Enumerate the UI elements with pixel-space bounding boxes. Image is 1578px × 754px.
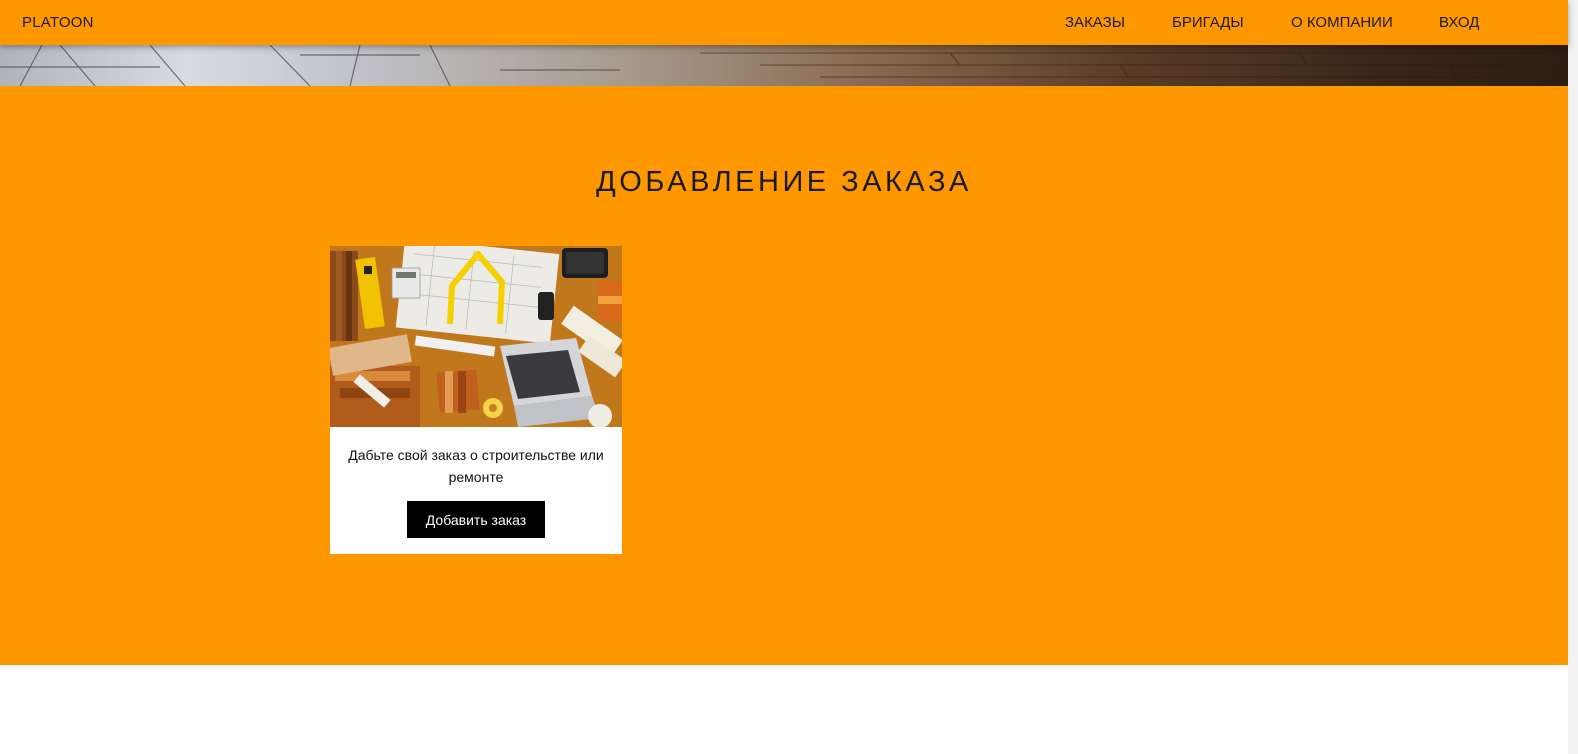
construction-workspace-image bbox=[330, 246, 622, 427]
floor-tiles-graphic bbox=[0, 45, 1568, 86]
nav-brigades-link[interactable]: БРИГАДЫ bbox=[1172, 14, 1244, 31]
add-order-button[interactable]: Добавить заказ bbox=[407, 501, 545, 538]
add-order-section: ДОБАВЛЕНИЕ ЗАКАЗА Дабьте свой заказ о ст… bbox=[0, 86, 1568, 665]
nav-about-link[interactable]: О КОМПАНИИ bbox=[1291, 14, 1393, 31]
brand-logo-link[interactable]: PLATOON bbox=[22, 14, 94, 31]
card-description: Дабьте свой заказ о строительстве или ре… bbox=[348, 447, 604, 485]
page-title: ДОБАВЛЕНИЕ ЗАКАЗА bbox=[596, 166, 972, 198]
nav-orders-link[interactable]: ЗАКАЗЫ bbox=[1065, 14, 1125, 31]
nav-login-link[interactable]: ВХОД bbox=[1439, 14, 1479, 31]
hero-floor-image bbox=[0, 45, 1568, 86]
top-navbar: PLATOON ЗАКАЗЫ БРИГАДЫ О КОМПАНИИ ВХОД bbox=[0, 0, 1568, 45]
page-scrollbar[interactable] bbox=[1568, 0, 1578, 754]
add-order-card: Дабьте свой заказ о строительстве или ре… bbox=[330, 246, 622, 554]
